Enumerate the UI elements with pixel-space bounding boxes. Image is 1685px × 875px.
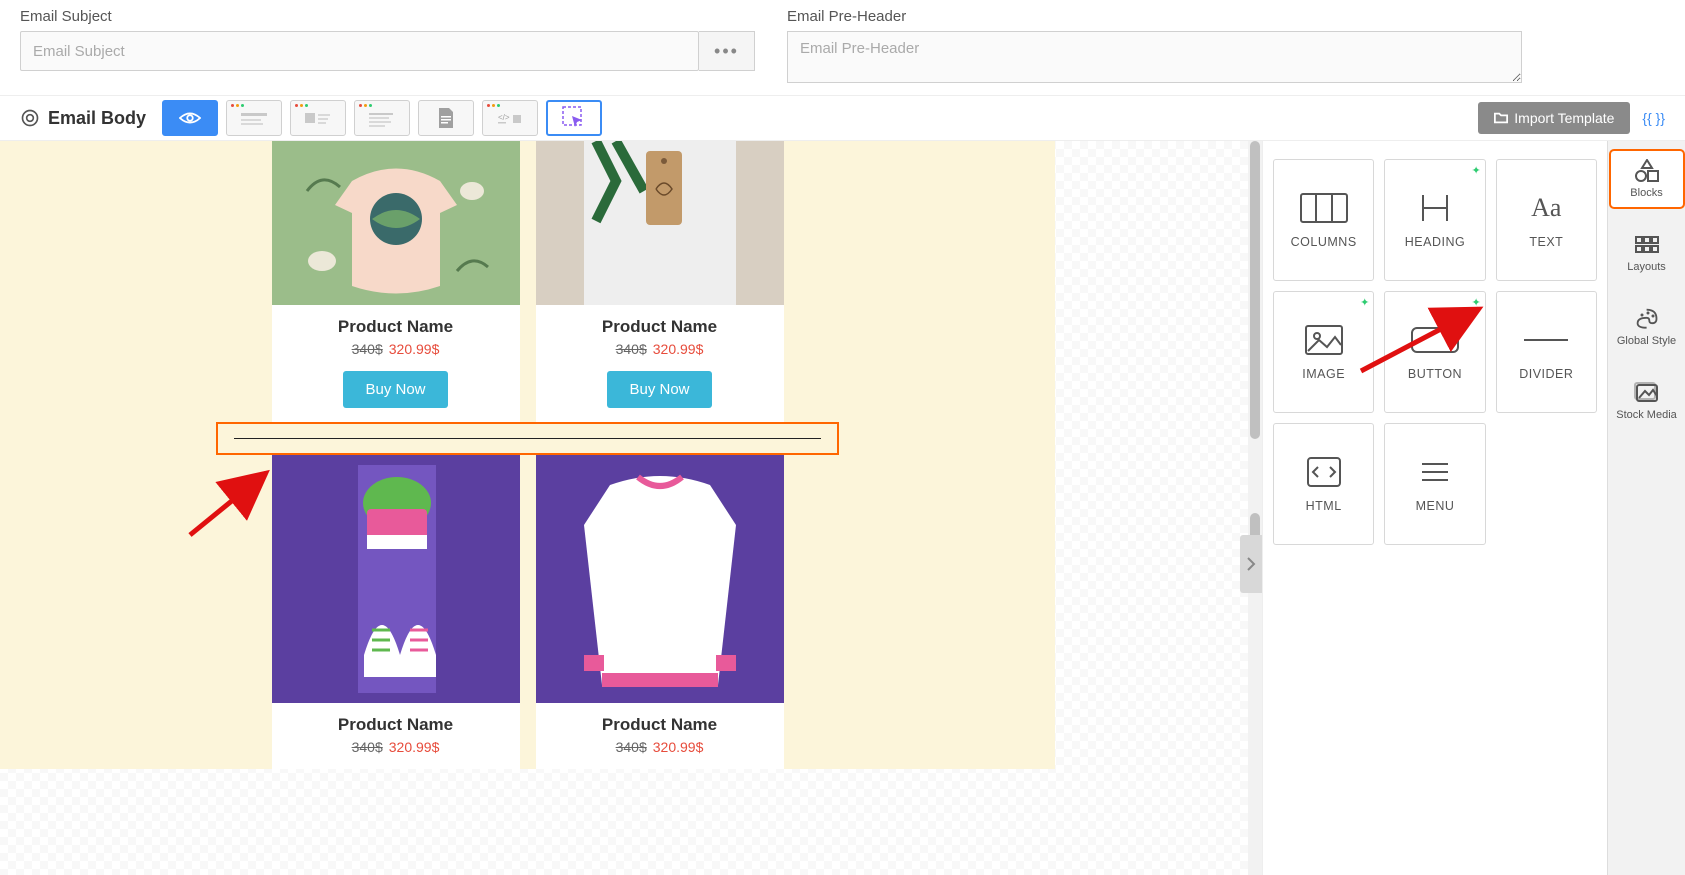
preview-button[interactable] (162, 100, 218, 136)
block-image[interactable]: ✦ IMAGE (1273, 291, 1374, 413)
toolbar-title: Email Body (48, 108, 146, 129)
product-card[interactable]: Product Name 340$ 320.99$ Buy Now (272, 141, 520, 422)
element-picker-button[interactable] (546, 100, 602, 136)
sparkle-icon: ✦ (1360, 296, 1369, 309)
product-card[interactable]: Product Name 340$ 320.99$ Buy Now (536, 141, 784, 422)
layout-lines-icon (367, 107, 397, 129)
right-rail: Blocks Layouts Global Style Stock Media (1607, 141, 1685, 875)
email-canvas[interactable]: Product Name 340$ 320.99$ Buy Now (0, 141, 1055, 769)
subject-label: Email Subject (20, 8, 755, 25)
document-button[interactable] (418, 100, 474, 136)
layouts-icon (1633, 233, 1661, 257)
document-icon (435, 106, 457, 130)
rail-layouts[interactable]: Layouts (1611, 225, 1683, 281)
layout-button-2[interactable] (290, 100, 346, 136)
button-icon (1411, 323, 1459, 357)
blocks-panel: COLUMNS ✦ HEADING Aa TEXT ✦ IMAG (1262, 141, 1607, 875)
folder-icon (1494, 111, 1508, 125)
chevron-right-icon (1246, 556, 1256, 572)
panel-collapse-handle[interactable] (1240, 535, 1262, 593)
product-info: Product Name 340$ 320.99$ Buy Now (536, 305, 784, 422)
rail-global-style[interactable]: Global Style (1611, 299, 1683, 355)
block-text[interactable]: Aa TEXT (1496, 159, 1597, 281)
rail-blocks[interactable]: Blocks (1611, 151, 1683, 207)
price-old: 340$ (352, 341, 383, 357)
layout-button-3[interactable] (354, 100, 410, 136)
product-info: Product Name 340$ 320.99$ Buy Now (272, 305, 520, 422)
heading-icon (1411, 191, 1459, 225)
rail-stock-media[interactable]: Stock Media (1611, 373, 1683, 429)
preheader-group: Email Pre-Header (787, 8, 1522, 83)
product-card[interactable]: Product Name 340$ 320.99$ (272, 455, 520, 769)
product-name: Product Name (544, 317, 776, 337)
scroll-thumb[interactable] (1250, 141, 1260, 439)
layout-button-1[interactable] (226, 100, 282, 136)
price-new: 320.99$ (653, 739, 704, 755)
image-icon (1300, 323, 1348, 357)
block-heading[interactable]: ✦ HEADING (1384, 159, 1485, 281)
palette-icon (1633, 307, 1661, 331)
target-icon (20, 108, 40, 128)
product-name: Product Name (544, 715, 776, 735)
preheader-label: Email Pre-Header (787, 8, 1522, 25)
canvas-area: Product Name 340$ 320.99$ Buy Now (0, 141, 1262, 875)
layout-image-icon (303, 107, 333, 129)
code-icon: </> (495, 108, 525, 128)
code-button[interactable]: </> (482, 100, 538, 136)
eye-icon (179, 110, 201, 126)
svg-text:</>: </> (498, 113, 510, 122)
product-row: Product Name 340$ 320.99$ Buy Now (216, 141, 839, 422)
block-html[interactable]: HTML (1273, 423, 1374, 545)
divider-block-selected[interactable] (216, 422, 839, 455)
header-form: Email Subject ••• Email Pre-Header (0, 0, 1685, 95)
merge-tags-button[interactable]: {{ }} (1642, 110, 1665, 126)
divider-line (234, 438, 821, 439)
price-new: 320.99$ (653, 341, 704, 357)
main-area: Product Name 340$ 320.99$ Buy Now (0, 141, 1685, 875)
block-columns[interactable]: COLUMNS (1273, 159, 1374, 281)
price-old: 340$ (616, 341, 647, 357)
canvas-scrollbar[interactable] (1248, 141, 1262, 875)
subject-group: Email Subject ••• (20, 8, 755, 83)
product-info: Product Name 340$ 320.99$ (536, 703, 784, 769)
price-old: 340$ (352, 739, 383, 755)
shapes-icon (1633, 159, 1661, 183)
block-button[interactable]: ✦ BUTTON (1384, 291, 1485, 413)
price-new: 320.99$ (389, 341, 440, 357)
product-image (536, 141, 784, 305)
price-old: 340$ (616, 739, 647, 755)
price-new: 320.99$ (389, 739, 440, 755)
email-body-toolbar: Email Body </> (0, 95, 1685, 141)
sparkle-icon: ✦ (1471, 164, 1480, 177)
html-icon (1300, 455, 1348, 489)
product-row: Product Name 340$ 320.99$ (216, 455, 839, 769)
block-divider[interactable]: DIVIDER (1496, 291, 1597, 413)
ellipsis-icon: ••• (714, 41, 739, 62)
buy-button[interactable]: Buy Now (607, 371, 711, 408)
product-name: Product Name (280, 317, 512, 337)
product-image (272, 141, 520, 305)
text-icon: Aa (1522, 191, 1570, 225)
picker-icon (560, 104, 588, 132)
divider-icon (1522, 323, 1570, 357)
product-info: Product Name 340$ 320.99$ (272, 703, 520, 769)
media-icon (1633, 381, 1661, 405)
layout-icon (239, 107, 269, 129)
subject-input[interactable] (20, 31, 699, 71)
canvas-scroll[interactable]: Product Name 340$ 320.99$ Buy Now (0, 141, 1262, 875)
product-name: Product Name (280, 715, 512, 735)
subject-options-button[interactable]: ••• (699, 31, 755, 71)
product-image (536, 455, 784, 703)
import-template-button[interactable]: Import Template (1478, 102, 1630, 134)
menu-icon (1411, 455, 1459, 489)
block-menu[interactable]: MENU (1384, 423, 1485, 545)
preheader-input[interactable] (787, 31, 1522, 83)
sparkle-icon: ✦ (1471, 296, 1480, 309)
buy-button[interactable]: Buy Now (343, 371, 447, 408)
product-image (272, 455, 520, 703)
product-card[interactable]: Product Name 340$ 320.99$ (536, 455, 784, 769)
columns-icon (1300, 191, 1348, 225)
